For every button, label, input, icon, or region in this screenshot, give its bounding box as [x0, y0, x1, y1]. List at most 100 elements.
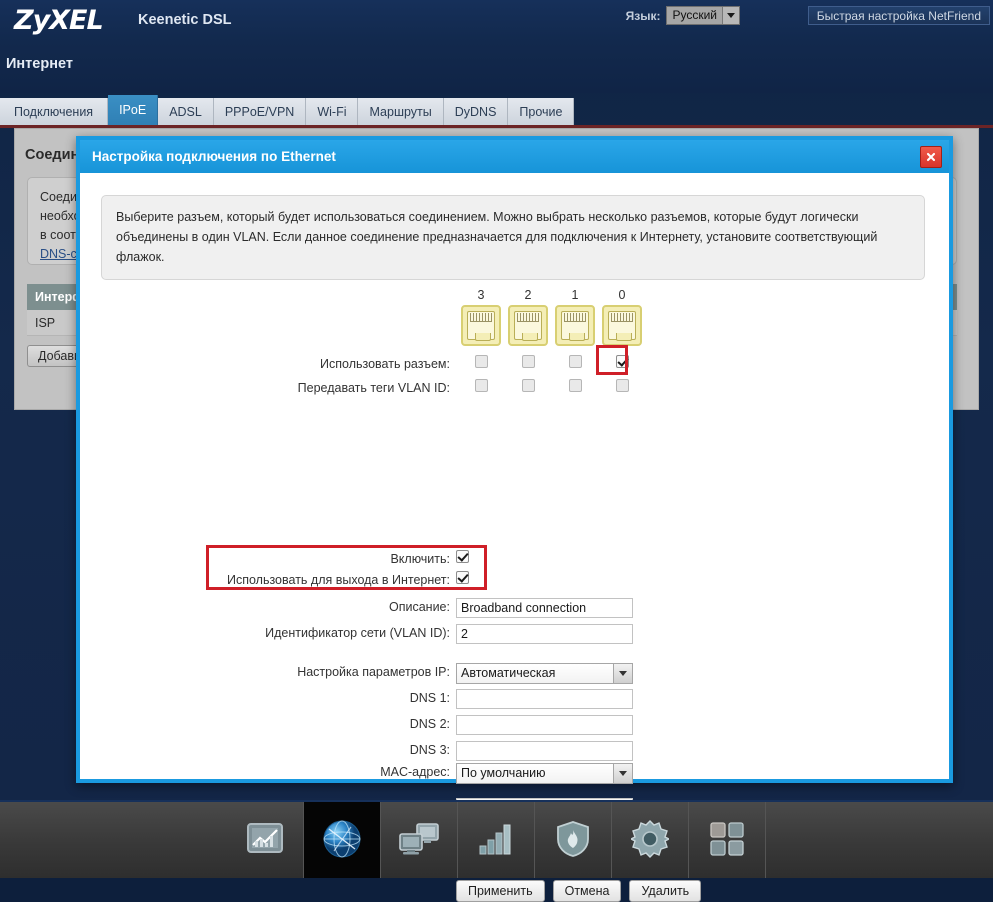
use-port-label: Использовать разъем: [320, 357, 450, 371]
toolbar-item-home-network[interactable] [381, 802, 458, 878]
dialog-body: Выберите разъем, который будет использов… [80, 173, 949, 902]
internet-use-label: Использовать для выхода в Интернет: [226, 573, 450, 587]
tab-wifi[interactable]: Wi-Fi [306, 98, 359, 126]
rj45-port-icon-3 [461, 305, 501, 346]
vlan-tag-checkboxes [461, 379, 642, 392]
toolbar-spacer-left [0, 802, 227, 878]
toolbar-item-settings[interactable] [612, 802, 689, 878]
use-port-checkbox-2[interactable] [521, 355, 535, 368]
dialog-title-text: Настройка подключения по Ethernet [92, 149, 336, 164]
close-icon[interactable] [920, 146, 942, 168]
dns3-label: DNS 3: [409, 743, 450, 757]
tab-marshruty[interactable]: Маршруты [358, 98, 444, 126]
language-selector-group: Язык: Русский [626, 6, 740, 25]
system-monitor-icon [246, 822, 284, 859]
port0-highlight-annotation [596, 345, 628, 375]
firewall-shield-icon [556, 820, 590, 861]
rj45-port-icon-2 [508, 305, 548, 346]
enable-checkbox[interactable] [456, 550, 469, 563]
dns3-row: DNS 3: [80, 741, 949, 762]
dns1-row: DNS 1: [80, 689, 949, 710]
toolbar-spacer-right [766, 802, 993, 878]
tab-bar: Подключения IPoE ADSL PPPoE/VPN Wi-Fi Ма… [0, 93, 993, 126]
ethernet-connection-dialog: Настройка подключения по Ethernet Выбери… [76, 136, 953, 902]
description-label: Описание: [389, 600, 450, 614]
ip-settings-label: Настройка параметров IP: [297, 665, 450, 679]
mac-address-select-value: По умолчанию [461, 766, 546, 780]
rj45-port-icon-1 [555, 305, 595, 346]
chevron-down-icon [613, 664, 632, 683]
language-select[interactable]: Русский [666, 6, 740, 25]
tab-list: Подключения IPoE ADSL PPPoE/VPN Wi-Fi Ма… [0, 95, 575, 126]
bottom-toolbar [0, 800, 993, 878]
dns1-input[interactable] [456, 689, 633, 709]
netfriend-quick-setup-button[interactable]: Быстрая настройка NetFriend [807, 6, 990, 25]
port-label-3: 3 [477, 288, 485, 302]
dns1-label: DNS 1: [409, 691, 450, 705]
rj45-jack-icons [461, 305, 642, 346]
toolbar-item-internet[interactable] [304, 802, 381, 878]
zyxel-logo: ZyXEL [14, 5, 104, 36]
description-row: Описание: [80, 598, 949, 619]
dns2-row: DNS 2: [80, 715, 949, 736]
chevron-down-icon [613, 764, 632, 783]
dns2-input[interactable] [456, 715, 633, 735]
toolbar-item-apps[interactable] [689, 802, 766, 878]
dialog-button-row: Применить Отмена Удалить [456, 880, 702, 902]
dns2-label: DNS 2: [409, 717, 450, 731]
page-root: ZyXEL Keenetic DSL Интернет Язык: Русски… [0, 0, 993, 902]
tab-prochie[interactable]: Прочие [508, 98, 575, 126]
wifi-signal-icon [478, 822, 514, 859]
toolbar-item-firewall[interactable] [535, 802, 612, 878]
globe-internet-icon [321, 818, 363, 863]
mac-address-label: MAC-адрес: [380, 765, 450, 779]
page-header: ZyXEL Keenetic DSL Интернет Язык: Русски… [0, 0, 993, 93]
vlan-tag-checkbox-1[interactable] [568, 379, 582, 392]
device-model-label: Keenetic DSL [138, 12, 232, 28]
vlan-id-row: Идентификатор сети (VLAN ID): [80, 624, 949, 645]
vlan-id-input[interactable] [456, 624, 633, 644]
ip-settings-select[interactable]: Автоматическая [456, 663, 633, 684]
vlan-tag-label: Передавать теги VLAN ID: [297, 381, 450, 395]
dialog-info-note: Выберите разъем, который будет использов… [101, 195, 925, 280]
tab-pppoe-vpn[interactable]: PPPoE/VPN [213, 98, 307, 126]
vlan-id-label: Идентификатор сети (VLAN ID): [265, 626, 450, 640]
dialog-title-bar: Настройка подключения по Ethernet [80, 140, 949, 173]
use-port-checkbox-3[interactable] [474, 355, 488, 368]
gear-settings-icon [629, 819, 671, 861]
mac-address-select[interactable]: По умолчанию [456, 763, 633, 784]
chevron-down-icon [722, 7, 739, 24]
tab-dydns[interactable]: DyDNS [443, 98, 509, 126]
delete-button[interactable]: Удалить [629, 880, 702, 902]
apps-grid-icon [710, 821, 744, 859]
internet-use-checkbox[interactable] [456, 571, 469, 584]
port-label-1: 1 [571, 288, 579, 302]
language-select-value: Русский [667, 7, 722, 24]
toolbar-item-system-monitor[interactable] [227, 802, 304, 878]
use-port-checkbox-1[interactable] [568, 355, 582, 368]
vlan-tag-checkbox-2[interactable] [521, 379, 535, 392]
ip-settings-row: Настройка параметров IP: Автоматическая [80, 663, 949, 684]
internet-use-row: Использовать для выхода в Интернет: [80, 571, 949, 592]
vlan-tag-checkbox-3[interactable] [474, 379, 488, 392]
vlan-tag-checkbox-0[interactable] [615, 379, 629, 392]
enable-row: Включить: [80, 550, 949, 571]
tab-ipoe[interactable]: IPoE [108, 95, 159, 126]
page-title: Интернет [6, 56, 73, 72]
mac-address-row: MAC-адрес: По умолчанию [80, 763, 949, 784]
dns3-input[interactable] [456, 741, 633, 761]
port-label-2: 2 [524, 288, 532, 302]
rj45-port-icon-0 [602, 305, 642, 346]
tab-adsl[interactable]: ADSL [158, 98, 214, 126]
toolbar-item-wifi-signal[interactable] [458, 802, 535, 878]
ip-settings-select-value: Автоматическая [461, 666, 556, 680]
apply-button[interactable]: Применить [456, 880, 545, 902]
description-input[interactable] [456, 598, 633, 618]
port-number-labels: 3 2 1 0 [461, 288, 642, 302]
enable-label: Включить: [390, 552, 450, 566]
tab-podklyucheniya[interactable]: Подключения [0, 98, 109, 126]
home-network-icon [398, 822, 440, 859]
cancel-button[interactable]: Отмена [552, 880, 622, 902]
language-label: Язык: [625, 8, 661, 23]
port-label-0: 0 [618, 288, 626, 302]
